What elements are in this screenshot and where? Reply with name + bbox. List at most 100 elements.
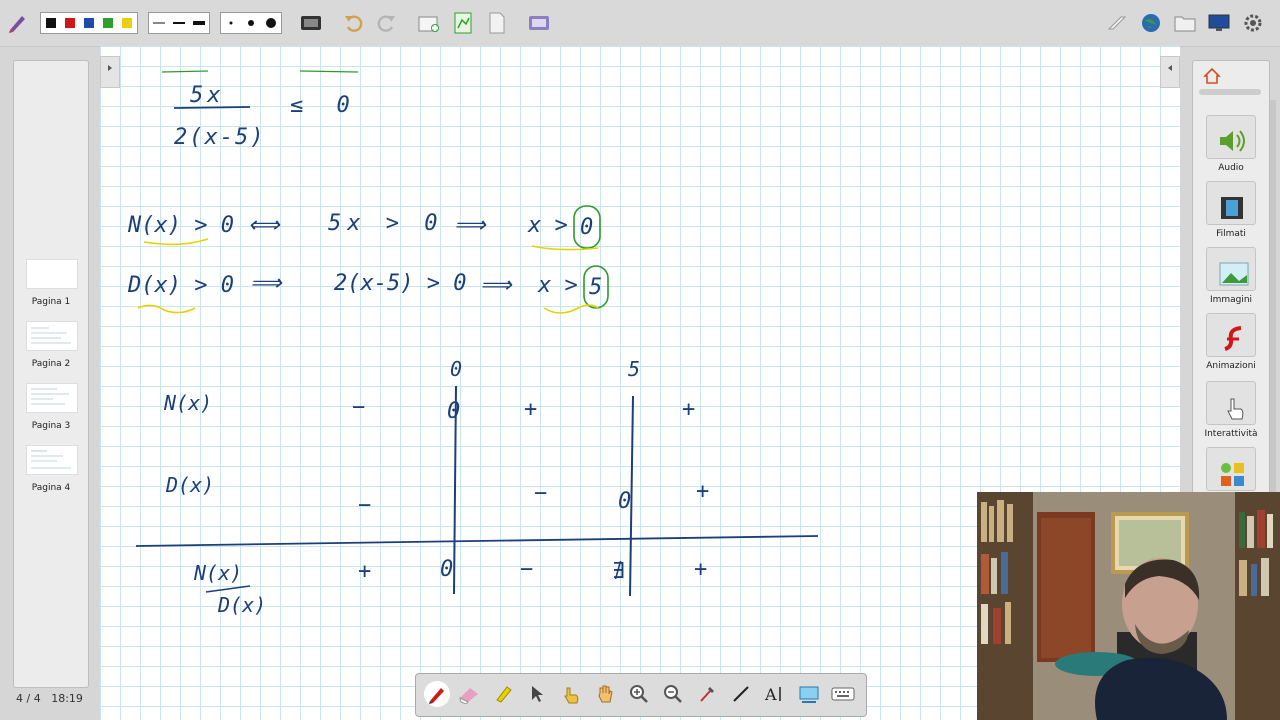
row-n-sign-3: + <box>682 397 695 422</box>
left-panel-toggle[interactable] <box>100 56 120 88</box>
line-width-selector[interactable] <box>148 12 210 34</box>
point-size-selector[interactable] <box>220 12 282 34</box>
line1-boxed-value: 0 <box>580 215 593 240</box>
page-label-4[interactable]: Pagina 4 <box>14 483 88 493</box>
web-icon[interactable] <box>1138 10 1164 36</box>
gallery-item-audio[interactable]: Audio <box>1201 115 1261 181</box>
page-thumbnail-1[interactable] <box>26 259 78 289</box>
highlighter-icon[interactable] <box>490 681 516 707</box>
line1-result: x > <box>527 213 568 238</box>
gallery-vertical-scrollbar[interactable] <box>1270 100 1276 520</box>
row-label-numerator: N(x) <box>163 391 212 415</box>
result-sign-1: + <box>358 559 371 584</box>
result-label-numerator: N(x) <box>193 561 242 585</box>
result-sign-3: + <box>694 557 707 582</box>
row-label-denominator: D(x) <box>165 473 214 497</box>
chart-point-5: 5 <box>628 357 640 381</box>
gallery-item-interactivity[interactable]: Interattività <box>1201 381 1261 447</box>
result-sign-2: − <box>520 557 533 582</box>
display-icon[interactable] <box>1206 10 1232 36</box>
line2-boxed-value: 5 <box>589 275 602 300</box>
color-palette[interactable] <box>40 12 138 34</box>
line1-arrow2: ⟹ <box>454 213 487 238</box>
settings-icon[interactable] <box>1240 10 1266 36</box>
flash-icon <box>1224 326 1242 351</box>
color-blue-swatch[interactable] <box>83 18 94 28</box>
color-yellow-swatch[interactable] <box>122 18 133 28</box>
line2-arrow2: ⟹ <box>480 273 513 298</box>
result-zero: 0 <box>440 557 453 582</box>
document-icon[interactable] <box>484 10 510 36</box>
line1-middle: 5x > 0 <box>328 211 443 236</box>
top-toolbar <box>0 0 1280 47</box>
result-label-denominator: D(x) <box>217 593 266 617</box>
text-icon[interactable]: A <box>762 681 788 707</box>
line2-arrow1: ⟹ <box>250 271 283 296</box>
svg-text:A: A <box>764 685 777 704</box>
row-d-sign-3: + <box>696 479 709 504</box>
hand-icon <box>1227 398 1244 420</box>
line1-arrow1: ⟺ <box>248 213 281 238</box>
gallery-item-images[interactable]: Immagini <box>1201 247 1261 313</box>
result-undefined: ∄ <box>612 559 625 584</box>
chart-point-0: 0 <box>450 357 462 381</box>
gallery-item-animations[interactable]: Animazioni <box>1201 313 1261 379</box>
insert-page-icon[interactable] <box>450 10 476 36</box>
line2-middle: 2(x-5) > 0 <box>334 271 466 296</box>
pen-icon[interactable] <box>424 681 450 707</box>
color-black-swatch[interactable] <box>45 18 56 28</box>
folder-icon[interactable] <box>1172 10 1198 36</box>
undo-icon[interactable] <box>340 10 366 36</box>
zoom-out-icon[interactable] <box>660 681 686 707</box>
page-label-2[interactable]: Pagina 2 <box>14 359 88 369</box>
color-green-swatch[interactable] <box>103 18 114 28</box>
page-status: 4 / 4 18:19 <box>16 692 83 705</box>
page-label-3[interactable]: Pagina 3 <box>14 421 88 431</box>
gallery-item-films[interactable]: Filmati <box>1201 181 1261 247</box>
speaker-icon <box>1220 130 1245 152</box>
laser-pointer-icon[interactable] <box>558 681 584 707</box>
whiteboard-mode-icon[interactable] <box>1104 10 1130 36</box>
film-icon <box>1221 197 1243 219</box>
eraser-icon[interactable] <box>456 681 482 707</box>
fraction-numerator: 5x <box>190 83 225 108</box>
page-counter: 4 / 4 <box>16 692 41 705</box>
hand-icon[interactable] <box>592 681 618 707</box>
line2-result: x > <box>537 273 578 298</box>
page-thumbnail-2[interactable] <box>26 321 78 351</box>
capture-icon[interactable] <box>796 681 822 707</box>
row-n-sign-2: + <box>524 397 537 422</box>
color-red-swatch[interactable] <box>64 18 75 28</box>
fraction-relation: ≤ 0 <box>290 93 360 118</box>
gallery-panel: Audio Filmati Immagini Animazioni Intera… <box>1192 60 1270 522</box>
pages-panel: Pagina 1 Pagina 2 Pagina 3 Pagina 4 <box>13 60 89 688</box>
row-n-zero: 0 <box>447 399 460 424</box>
line-icon[interactable] <box>728 681 754 707</box>
page-label-1[interactable]: Pagina 1 <box>14 297 88 307</box>
drawing-toolbar: A <box>415 673 867 717</box>
pen-tool-icon[interactable] <box>4 10 30 36</box>
media-icon[interactable] <box>526 10 552 36</box>
pointer-icon[interactable] <box>524 681 550 707</box>
row-d-zero: 0 <box>618 489 631 514</box>
page-thumbnail-3[interactable] <box>26 383 78 413</box>
redo-icon[interactable] <box>374 10 400 36</box>
clock: 18:19 <box>51 692 83 705</box>
row-d-sign-1: − <box>358 493 371 518</box>
row-d-sign-2: − <box>534 481 547 506</box>
color-picker-icon[interactable] <box>694 681 720 707</box>
gallery-scrollbar[interactable] <box>1199 89 1261 95</box>
right-panel-toggle[interactable] <box>1160 56 1180 88</box>
line2-left: D(x) > 0 <box>127 273 234 298</box>
image-icon <box>1219 262 1249 286</box>
keyboard-icon[interactable] <box>830 681 856 707</box>
webcam-video <box>977 492 1280 720</box>
row-n-sign-1: − <box>352 395 365 420</box>
screen-capture-icon[interactable] <box>298 10 324 36</box>
fraction-denominator: 2(x-5) <box>174 125 265 150</box>
page-thumbnail-4[interactable] <box>26 445 78 475</box>
home-icon[interactable] <box>1203 67 1221 85</box>
new-page-icon[interactable] <box>416 10 442 36</box>
zoom-in-icon[interactable] <box>626 681 652 707</box>
line1-left: N(x) > 0 <box>127 213 234 238</box>
